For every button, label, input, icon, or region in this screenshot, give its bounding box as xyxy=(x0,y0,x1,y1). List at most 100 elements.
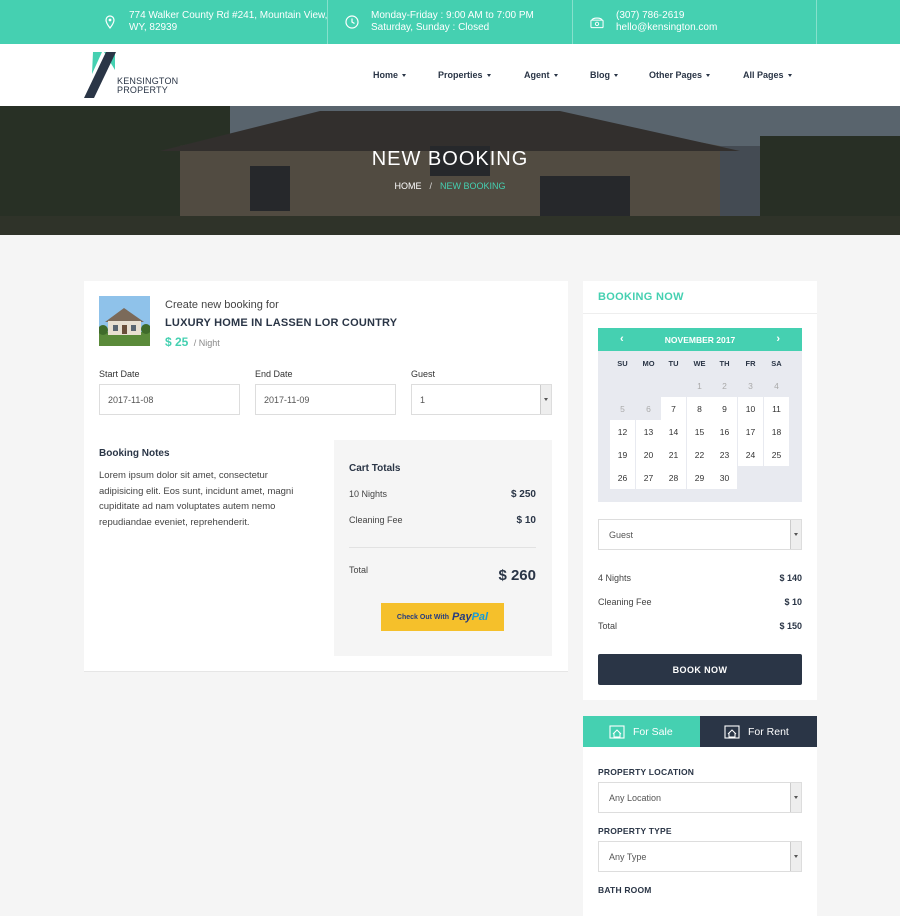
nav-all-pages[interactable]: All Pages xyxy=(743,44,792,106)
summary-row-cleaning: Cleaning Fee $ 10 xyxy=(598,597,802,607)
calendar-day[interactable]: 22 xyxy=(687,443,712,466)
calendar-day[interactable]: 20 xyxy=(636,443,661,466)
clock-icon xyxy=(345,15,359,29)
house-rent-icon xyxy=(724,724,740,739)
type-value: Any Type xyxy=(609,851,647,862)
sidebar-guest-select[interactable]: Guest xyxy=(598,519,802,550)
site-logo[interactable]: KENSINGTON PROPERTY xyxy=(84,52,184,98)
calendar-day: 2 xyxy=(712,374,737,397)
calendar-day[interactable]: 8 xyxy=(687,397,712,420)
paypal-checkout-button[interactable]: Check Out With PayPal xyxy=(381,603,504,631)
summary-value: $ 140 xyxy=(779,573,802,583)
calendar-day[interactable]: 18 xyxy=(764,420,789,443)
calendar-day[interactable]: 28 xyxy=(661,466,686,489)
paypal-prefix: Check Out With xyxy=(396,613,449,621)
guest-select[interactable]: 1 xyxy=(411,384,552,415)
calendar-day[interactable]: 23 xyxy=(712,443,737,466)
site-header: KENSINGTON PROPERTY Home Properties Agen… xyxy=(0,44,900,106)
booking-calendar: ‹ NOVEMBER 2017 › SU MO TU WE TH FR SA 1 2 3 4 5 6 7 8… xyxy=(598,328,802,502)
start-date-value: 2017-11-08 xyxy=(108,394,154,405)
calendar-dow-tu: TU xyxy=(668,359,679,368)
property-type-select[interactable]: Any Type xyxy=(598,841,802,872)
calendar-day[interactable]: 7 xyxy=(661,397,686,420)
cart-totals-title: Cart Totals xyxy=(349,463,401,474)
chevron-down-icon xyxy=(402,73,407,77)
calendar-day[interactable]: 24 xyxy=(738,443,763,466)
booking-now-title: BOOKING NOW xyxy=(598,291,684,303)
calendar-day[interactable]: 14 xyxy=(661,420,686,443)
page-title: NEW BOOKING xyxy=(371,148,529,170)
tab-for-rent[interactable]: For Rent xyxy=(700,716,817,747)
calendar-dow-mo: MO xyxy=(642,359,655,368)
summary-value: $ 150 xyxy=(779,621,802,631)
calendar-day[interactable]: 16 xyxy=(712,420,737,443)
summary-label: 4 Nights xyxy=(598,573,632,583)
summary-row-total: Total $ 150 xyxy=(598,621,802,631)
breadcrumb-separator: / xyxy=(429,181,432,191)
calendar-day[interactable]: 17 xyxy=(738,420,763,443)
calendar-day[interactable]: 29 xyxy=(687,466,712,489)
summary-label: Total xyxy=(598,621,618,631)
chevron-down-icon xyxy=(790,842,801,871)
calendar-day[interactable]: 11 xyxy=(764,397,789,420)
cart-divider xyxy=(349,547,536,548)
property-thumbnail xyxy=(99,296,150,346)
calendar-day[interactable]: 21 xyxy=(661,443,686,466)
start-date-input[interactable]: 2017-11-08 xyxy=(99,384,240,415)
price-value: $ 25 xyxy=(165,335,189,349)
nightly-price: $ 25 / Night xyxy=(165,335,220,349)
cart-row-cleaning: Cleaning Fee $ 10 xyxy=(349,515,536,526)
cart-row-nights: 10 Nights $ 250 xyxy=(349,489,536,500)
email-link[interactable]: hello@kensington.com xyxy=(616,22,717,33)
calendar-day[interactable]: 27 xyxy=(636,466,661,489)
booking-notes-text: Lorem ipsum dolor sit amet, consectetur … xyxy=(99,470,294,528)
nav-all-pages-label: All Pages xyxy=(743,70,784,80)
new-booking-card: Create new booking for LUXURY HOME IN LA… xyxy=(84,281,568,672)
phone-number[interactable]: (307) 786-2619 xyxy=(616,10,684,21)
calendar-day[interactable]: 15 xyxy=(687,420,712,443)
calendar-day[interactable]: 26 xyxy=(610,466,635,489)
tab-for-sale[interactable]: For Sale xyxy=(583,716,700,747)
nav-home[interactable]: Home xyxy=(373,44,407,106)
chevron-down-icon xyxy=(706,73,711,77)
chevron-down-icon xyxy=(540,385,551,414)
calendar-day[interactable]: 13 xyxy=(636,420,661,443)
price-unit: / Night xyxy=(193,338,220,348)
property-location-label: PROPERTY LOCATION xyxy=(598,767,695,777)
calendar-day[interactable]: 30 xyxy=(712,466,737,489)
summary-label: Cleaning Fee xyxy=(598,597,652,607)
calendar-header: ‹ NOVEMBER 2017 › xyxy=(598,328,802,351)
booking-prehead: Create new booking for xyxy=(165,299,279,311)
chevron-down-icon xyxy=(790,783,801,812)
book-now-button[interactable]: BOOK NOW xyxy=(598,654,802,685)
nav-blog[interactable]: Blog xyxy=(590,44,618,106)
property-search-widget: For Sale For Rent PROPERTY LOCATION Any … xyxy=(583,716,817,916)
chevron-down-icon xyxy=(486,73,491,77)
property-location-select[interactable]: Any Location xyxy=(598,782,802,813)
chevron-down-icon xyxy=(614,73,618,77)
calendar-next-icon[interactable]: › xyxy=(776,333,780,345)
calendar-day[interactable]: 9 xyxy=(712,397,737,420)
calendar-prev-icon[interactable]: ‹ xyxy=(620,333,624,345)
calendar-day[interactable]: 25 xyxy=(764,443,789,466)
calendar-day[interactable]: 12 xyxy=(610,420,635,443)
map-pin-icon xyxy=(103,15,117,29)
nav-properties[interactable]: Properties xyxy=(438,44,491,106)
breadcrumb-home[interactable]: HOME xyxy=(394,181,421,191)
calendar-month: NOVEMBER 2017 xyxy=(664,334,736,345)
address-line-1: 774 Walker County Rd #241, Mountain View… xyxy=(129,10,328,21)
calendar-day[interactable]: 10 xyxy=(738,397,763,420)
booking-notes-title: Booking Notes xyxy=(99,448,170,459)
calendar-day[interactable]: 19 xyxy=(610,443,635,466)
logo-text-line2: PROPERTY xyxy=(117,85,168,95)
calendar-dow-fr: FR xyxy=(745,359,756,368)
cart-row-label: Cleaning Fee xyxy=(349,515,403,525)
end-date-input[interactable]: 2017-11-09 xyxy=(255,384,396,415)
address-info: 774 Walker County Rd #241, Mountain View… xyxy=(103,0,327,44)
booking-now-widget: BOOKING NOW ‹ NOVEMBER 2017 › SU MO TU WE TH… xyxy=(583,281,817,700)
calendar-day: 5 xyxy=(610,397,635,420)
nav-other-pages[interactable]: Other Pages xyxy=(649,44,711,106)
guest-placeholder: Guest xyxy=(609,529,634,540)
tab-for-rent-label: For Rent xyxy=(748,725,789,738)
nav-agent[interactable]: Agent xyxy=(524,44,558,106)
